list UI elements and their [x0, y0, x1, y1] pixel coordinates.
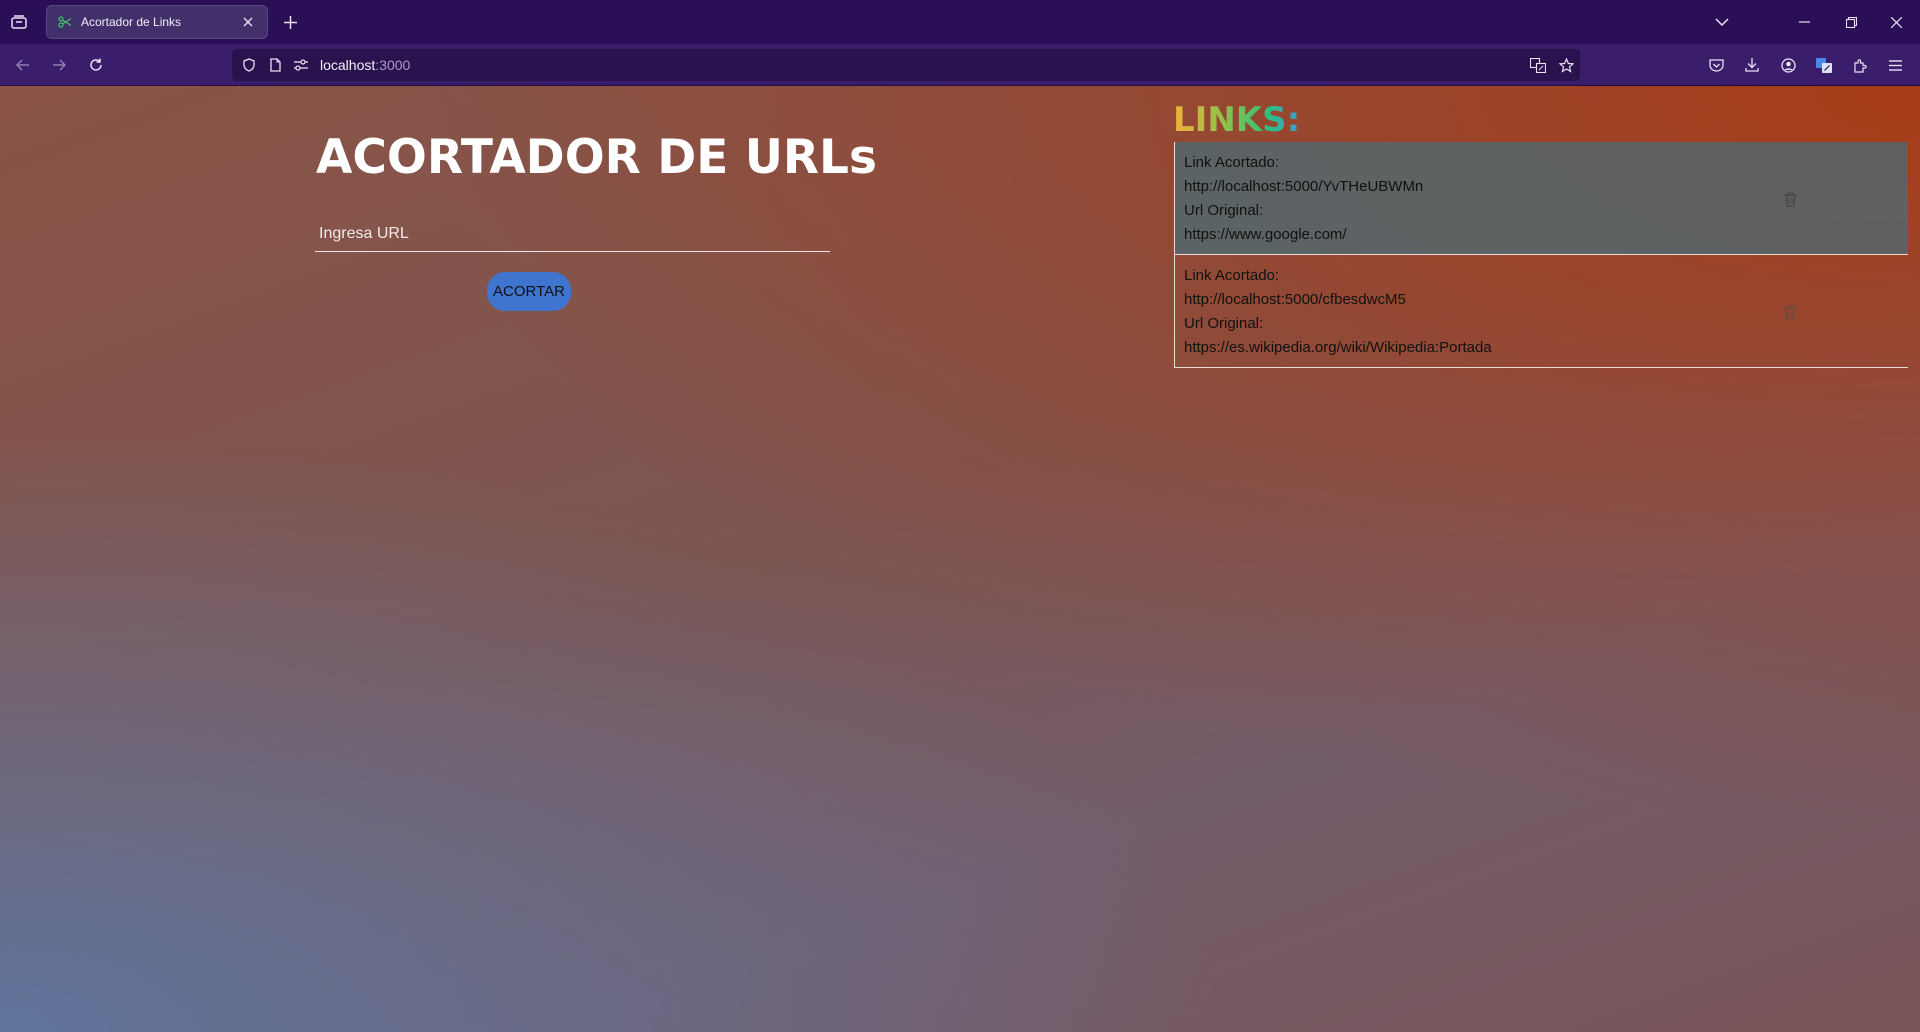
page-icon[interactable]	[266, 56, 284, 74]
restore-icon[interactable]	[1841, 12, 1861, 32]
scissors-icon	[57, 14, 73, 30]
close-tab-icon[interactable]	[239, 13, 257, 31]
reload-icon[interactable]	[86, 55, 106, 75]
page-content: ACORTADOR DE URLs ACORTAR LINKS: Link Ac…	[0, 86, 1920, 1032]
link-card: Link Acortado: http://localhost:5000/cfb…	[1175, 255, 1908, 368]
minimize-icon[interactable]	[1794, 12, 1814, 32]
translate-icon[interactable]	[1528, 56, 1548, 74]
tab-title: Acortador de Links	[81, 15, 182, 29]
account-icon[interactable]	[1778, 55, 1798, 75]
forward-icon[interactable]	[49, 55, 69, 75]
trash-icon[interactable]	[1780, 301, 1800, 323]
new-tab-icon[interactable]	[280, 12, 300, 32]
shorten-button[interactable]: ACORTAR	[487, 272, 571, 311]
translate-extension-icon[interactable]	[1814, 55, 1834, 75]
url-text[interactable]: localhost:3000	[320, 49, 410, 81]
downloads-icon[interactable]	[1742, 55, 1762, 75]
links-heading: LINKS:	[1173, 100, 1301, 140]
original-url[interactable]: https://www.google.com/	[1184, 223, 1899, 247]
page-title: ACORTADOR DE URLs	[316, 130, 877, 185]
browser-tab-bar: Acortador de Links	[0, 0, 1920, 44]
address-bar[interactable]: localhost:3000	[232, 49, 1580, 81]
url-host: localhost	[320, 57, 376, 73]
back-icon[interactable]	[13, 55, 33, 75]
original-url[interactable]: https://es.wikipedia.org/wiki/Wikipedia:…	[1184, 336, 1899, 360]
list-all-tabs-icon[interactable]	[1712, 12, 1732, 32]
short-link-label: Link Acortado:	[1184, 267, 1280, 284]
tab-overview-icon[interactable]	[8, 12, 30, 32]
close-window-icon[interactable]	[1886, 12, 1906, 32]
link-card: Link Acortado: http://localhost:5000/YvT…	[1175, 142, 1908, 255]
pocket-icon[interactable]	[1706, 55, 1726, 75]
shield-icon[interactable]	[240, 56, 258, 74]
bookmark-star-icon[interactable]	[1556, 56, 1576, 74]
url-input[interactable]	[315, 216, 830, 252]
trash-icon[interactable]	[1780, 188, 1800, 210]
short-link-label: Link Acortado:	[1184, 154, 1280, 171]
menu-icon[interactable]	[1885, 55, 1905, 75]
site-permissions-icon[interactable]	[292, 56, 310, 74]
tab-acortador[interactable]: Acortador de Links	[46, 5, 268, 39]
browser-nav-bar: localhost:3000	[0, 44, 1920, 86]
links-list: Link Acortado: http://localhost:5000/YvT…	[1174, 142, 1908, 368]
extensions-icon[interactable]	[1850, 55, 1870, 75]
url-port: :3000	[375, 57, 411, 73]
